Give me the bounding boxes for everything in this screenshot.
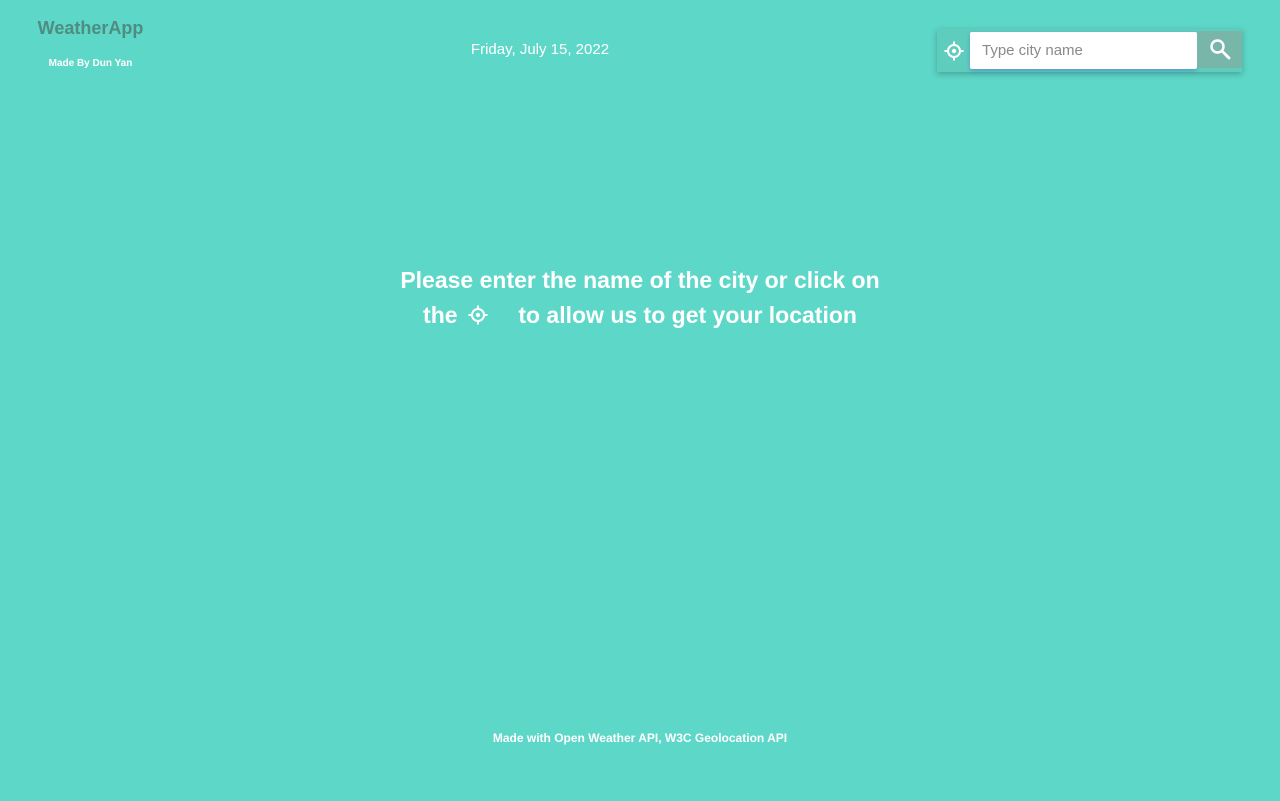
search-bar [937,29,1242,72]
app-title: WeatherApp [37,18,144,38]
crosshair-location-icon [944,41,963,60]
city-search-input[interactable] [970,32,1197,69]
brand: WeatherApp Made By Dun Yan [0,16,181,70]
search-button[interactable] [1197,30,1242,68]
crosshair-location-icon [468,305,488,325]
empty-state-message: Please enter the name of the city or cli… [340,263,940,333]
locate-button[interactable] [937,29,970,72]
footer-credits: Made with Open Weather API, W3C Geolocat… [492,731,788,745]
message-line-2-end: to allow us to get your location [518,302,857,328]
magnifier-icon [1209,39,1230,60]
message-line-2-start: the [423,302,458,328]
current-date: Friday, July 15, 2022 [470,41,610,58]
message-line-2: the to allow us to get your location [340,298,940,333]
message-line-1: Please enter the name of the city or cli… [400,267,880,293]
author-credit: Made By Dun Yan [48,58,133,69]
